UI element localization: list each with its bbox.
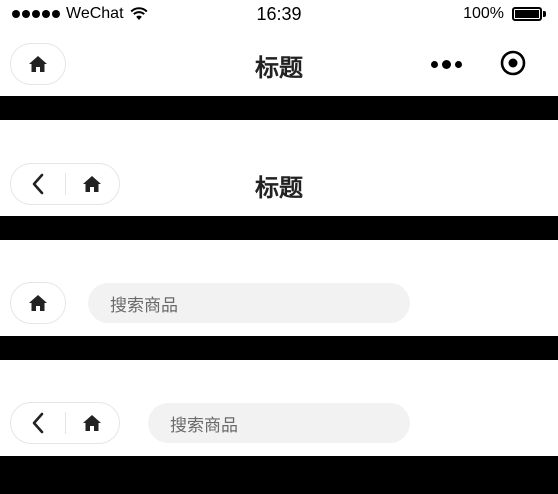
separator-bar	[0, 216, 558, 240]
battery-icon	[512, 6, 548, 22]
battery-percent: 100%	[463, 5, 504, 22]
search-input[interactable]: 搜索商品	[88, 283, 410, 323]
home-capsule	[10, 282, 66, 324]
target-close-icon[interactable]	[498, 48, 528, 78]
back-button[interactable]	[11, 403, 65, 443]
home-button[interactable]	[65, 403, 119, 443]
home-button[interactable]	[65, 164, 119, 204]
separator-bar	[0, 96, 558, 120]
separator-bar	[0, 336, 558, 360]
nav-bar-4: 搜索商品	[0, 395, 558, 451]
bottom-bar	[0, 456, 558, 494]
status-right: 100%	[463, 5, 548, 23]
page-title: 标题	[255, 55, 303, 82]
search-placeholder: 搜索商品	[170, 415, 238, 435]
search-placeholder: 搜索商品	[110, 295, 178, 315]
back-home-capsule	[10, 163, 120, 205]
chevron-left-icon	[32, 173, 44, 195]
back-home-capsule	[10, 402, 120, 444]
chevron-left-icon	[32, 412, 44, 434]
home-capsule	[10, 43, 66, 85]
more-menu-button[interactable]	[426, 52, 466, 76]
more-dot-center	[441, 59, 451, 69]
home-button[interactable]	[11, 44, 65, 84]
nav-bar-2: 标题	[0, 156, 558, 212]
home-icon	[83, 415, 102, 431]
more-dot-right	[454, 60, 462, 68]
more-dots-icon	[430, 60, 438, 68]
screen: WeChat 16:39 100% 标题 标题 搜索商品 搜索商品	[0, 0, 558, 494]
home-icon	[83, 176, 102, 192]
back-button[interactable]	[11, 164, 65, 204]
search-input[interactable]: 搜索商品	[148, 403, 410, 443]
nav-bar-1: 标题	[0, 36, 558, 92]
home-icon	[29, 56, 47, 72]
home-button[interactable]	[11, 283, 65, 323]
home-icon	[29, 295, 47, 311]
nav-bar-3: 搜索商品	[0, 275, 558, 331]
status-bar: WeChat 16:39 100%	[0, 0, 558, 30]
